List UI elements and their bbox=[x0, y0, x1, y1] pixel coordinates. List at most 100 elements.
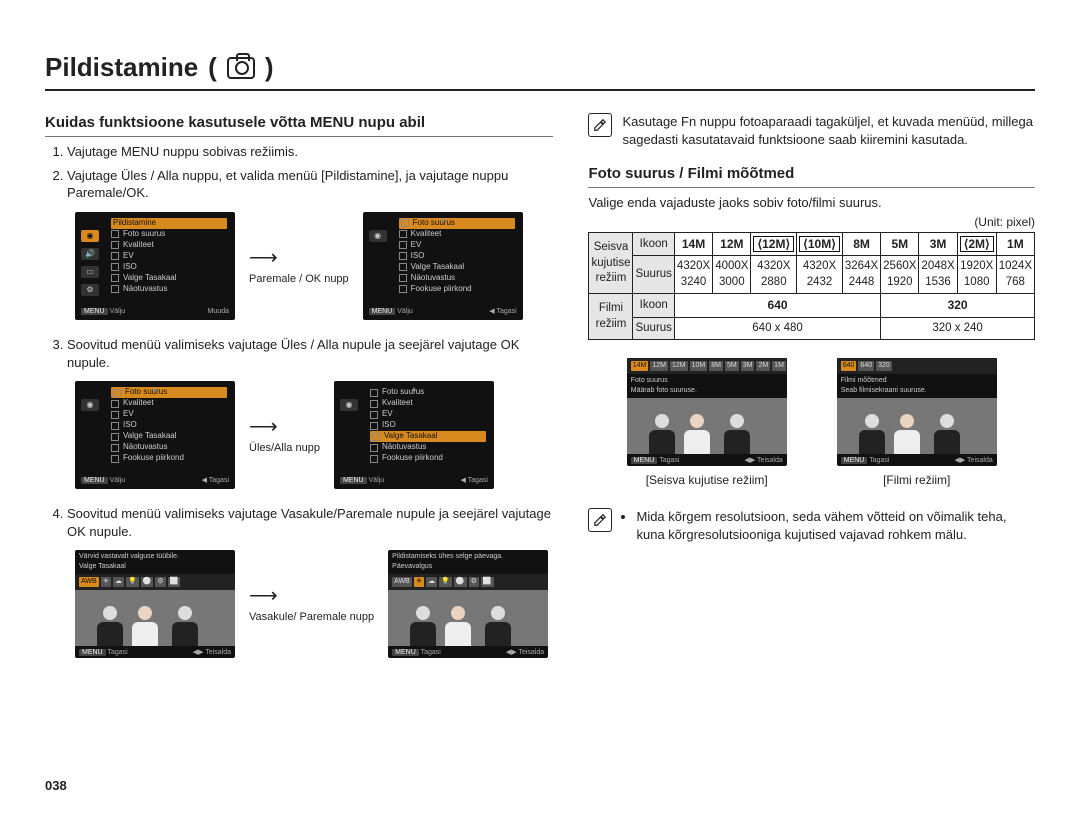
footer-exit: Välju bbox=[110, 477, 126, 484]
page-title-row: Pildistamine ( ) bbox=[45, 50, 1035, 91]
page-title: Pildistamine bbox=[45, 50, 198, 85]
col-icon-# truncated keep -->: Ikoon bbox=[633, 294, 674, 317]
arrow-right-icon: ⟶ bbox=[249, 583, 374, 610]
arrow-3-label: Vasakule/ Paremale nupp bbox=[249, 610, 374, 625]
footer-back: Tagasi bbox=[869, 457, 889, 464]
menu-key-icon: MENU bbox=[841, 457, 868, 464]
lcd-caption-line: Pildistamiseks ühes selge päevaga. bbox=[392, 552, 544, 561]
menu-item: Näotuvastus bbox=[123, 284, 167, 295]
tab-label: Pildistamine bbox=[113, 218, 156, 229]
step-4: Soovitud menüü valimiseks vajutage Vasak… bbox=[67, 505, 553, 540]
col-icon-header: Ikoon bbox=[633, 233, 674, 256]
size-chip: 14M bbox=[631, 361, 649, 370]
note-fn-button: Kasutage Fn nuppu fotoaparaadi tagakülje… bbox=[588, 113, 1035, 148]
unit-label: (Unit: pixel) bbox=[588, 214, 1035, 230]
footer-back: Tagasi bbox=[659, 457, 679, 464]
menu-item: ISO bbox=[123, 262, 137, 273]
menu-item: Valge Tasakaal bbox=[411, 262, 465, 273]
size-chip: 1M bbox=[772, 361, 786, 370]
note-1-text: Kasutage Fn nuppu fotoaparaadi tagakülje… bbox=[622, 113, 1035, 148]
gear-icon: ⚙ bbox=[81, 284, 99, 296]
menu-key-icon: MENU bbox=[369, 308, 396, 315]
right-subtext: Valige enda vajaduste jaoks sobiv foto/f… bbox=[588, 194, 1035, 212]
sound-icon: 🔊 bbox=[81, 248, 99, 260]
lcd-movie-preview: 640 640 320 Filmi mõõtmed Seab filmisekr… bbox=[837, 358, 997, 466]
menu-item: Kvaliteet bbox=[123, 398, 154, 409]
wb-chip: ⚪ bbox=[454, 577, 467, 586]
size-cell: 3264X2448 bbox=[842, 256, 880, 294]
lcd-submenu: ▲ ◉ Foto suurus Kvaliteet EV ISO Valge T… bbox=[363, 212, 523, 320]
footer-back: Tagasi bbox=[468, 477, 488, 484]
page-number: 038 bbox=[45, 777, 67, 795]
camera-icon: ◉ bbox=[369, 230, 387, 242]
display-icon: ▭ bbox=[81, 266, 99, 278]
menu-item: Valge Tasakaal bbox=[123, 273, 177, 284]
arrow-right-icon: ⟶ bbox=[249, 245, 349, 272]
menu-item: Näotuvastus bbox=[123, 442, 167, 453]
menu-item: EV bbox=[123, 251, 134, 262]
menu-item: Foto suurus bbox=[413, 218, 455, 229]
size-chip: 5M bbox=[725, 361, 739, 370]
camera-icon bbox=[227, 57, 255, 79]
camera-icon: ◉ bbox=[81, 230, 99, 242]
menu-key-icon: MENU bbox=[631, 457, 658, 464]
size-icon-cell: ⟨12M⟩ bbox=[753, 236, 794, 252]
menu-item: Valge Tasakaal bbox=[384, 431, 438, 442]
size-icon-cell: 8M bbox=[842, 233, 880, 256]
size-cell: 4320X2432 bbox=[797, 256, 843, 294]
menu-item: ISO bbox=[411, 251, 425, 262]
size-icon-cell: 5M bbox=[881, 233, 919, 256]
size-cell: 1024X768 bbox=[996, 256, 1034, 294]
menu-item: EV bbox=[411, 240, 422, 251]
lcd-caption-line: Filmi mõõtmed bbox=[841, 376, 993, 385]
footer-back: Tagasi bbox=[209, 477, 229, 484]
note-resolution: Mida kõrgem resolutsioon, seda vähem võt… bbox=[588, 508, 1035, 543]
movie-icon-cell: 320 bbox=[881, 294, 1035, 317]
menu-item: Foto suurus bbox=[125, 387, 167, 398]
size-cell: 4320X3240 bbox=[674, 256, 712, 294]
wb-chip: ☀ bbox=[414, 577, 424, 586]
menu-item: EV bbox=[382, 409, 393, 420]
footer-move: Muuda bbox=[208, 307, 229, 316]
wb-chip: 💡 bbox=[439, 577, 452, 586]
size-icon-cell: 1M bbox=[996, 233, 1034, 256]
size-icon-cell: ⟨10M⟩ bbox=[799, 236, 840, 252]
size-cell: 1920X1080 bbox=[957, 256, 996, 294]
size-icon-cell: ⟨2M⟩ bbox=[960, 236, 994, 252]
menu-item: Fookuse piirkond bbox=[411, 284, 472, 295]
size-cell: 2560X1920 bbox=[881, 256, 919, 294]
footer-move: Teisalda bbox=[757, 457, 783, 464]
lcd-caption-line: Valge Tasakaal bbox=[79, 562, 231, 571]
right-heading: Foto suurus / Filmi mõõtmed bbox=[588, 164, 1035, 188]
menu-item: Näotuvastus bbox=[382, 442, 426, 453]
size-chip: 640 bbox=[858, 361, 874, 370]
wb-chip: AWB bbox=[79, 577, 99, 586]
row-still-header: Seisva kujutise režiim bbox=[589, 233, 633, 294]
menu-item: Foto suurus bbox=[382, 387, 424, 398]
size-chip: 12M bbox=[670, 361, 688, 370]
size-chip: 2M bbox=[756, 361, 770, 370]
lcd-caption-line: Määrab foto suuruse. bbox=[631, 386, 783, 395]
step-2: Vajutage Üles / Alla nuppu, et valida me… bbox=[67, 167, 553, 202]
lcd-caption-line: Seab filmisekraani suuruse. bbox=[841, 386, 993, 395]
note-2-text: Mida kõrgem resolutsioon, seda vähem võt… bbox=[636, 508, 1035, 543]
menu-item: Foto suurus bbox=[123, 229, 165, 240]
menu-item: Fookuse piirkond bbox=[382, 453, 443, 464]
pencil-note-icon bbox=[588, 508, 612, 532]
menu-key-icon: MENU bbox=[81, 477, 108, 484]
size-table: Seisva kujutise režiim Ikoon 14M 12M ⟨12… bbox=[588, 232, 1035, 340]
wb-chip: ⚪ bbox=[141, 577, 154, 586]
camera-icon: ◉ bbox=[340, 399, 358, 411]
lcd-wb-awb: Värvid vastavalt valguse tüübile. Valge … bbox=[75, 550, 235, 658]
menu-item: ISO bbox=[123, 420, 137, 431]
still-preview-caption: [Seisva kujutise režiim] bbox=[646, 472, 768, 488]
paren-open: ( bbox=[208, 50, 217, 85]
size-chip: 8M bbox=[709, 361, 723, 370]
movie-preview-caption: [Filmi režiim] bbox=[883, 472, 950, 488]
figure-row-3: Värvid vastavalt valguse tüübile. Valge … bbox=[75, 550, 553, 658]
col-size-header: Suurus bbox=[633, 256, 674, 294]
footer-exit: Välju bbox=[397, 308, 413, 315]
size-chip: 320 bbox=[876, 361, 892, 370]
lcd-wb-daylight: Pildistamiseks ühes selge päevaga. Päeva… bbox=[388, 550, 548, 658]
wb-chip: ⬜ bbox=[168, 577, 181, 586]
